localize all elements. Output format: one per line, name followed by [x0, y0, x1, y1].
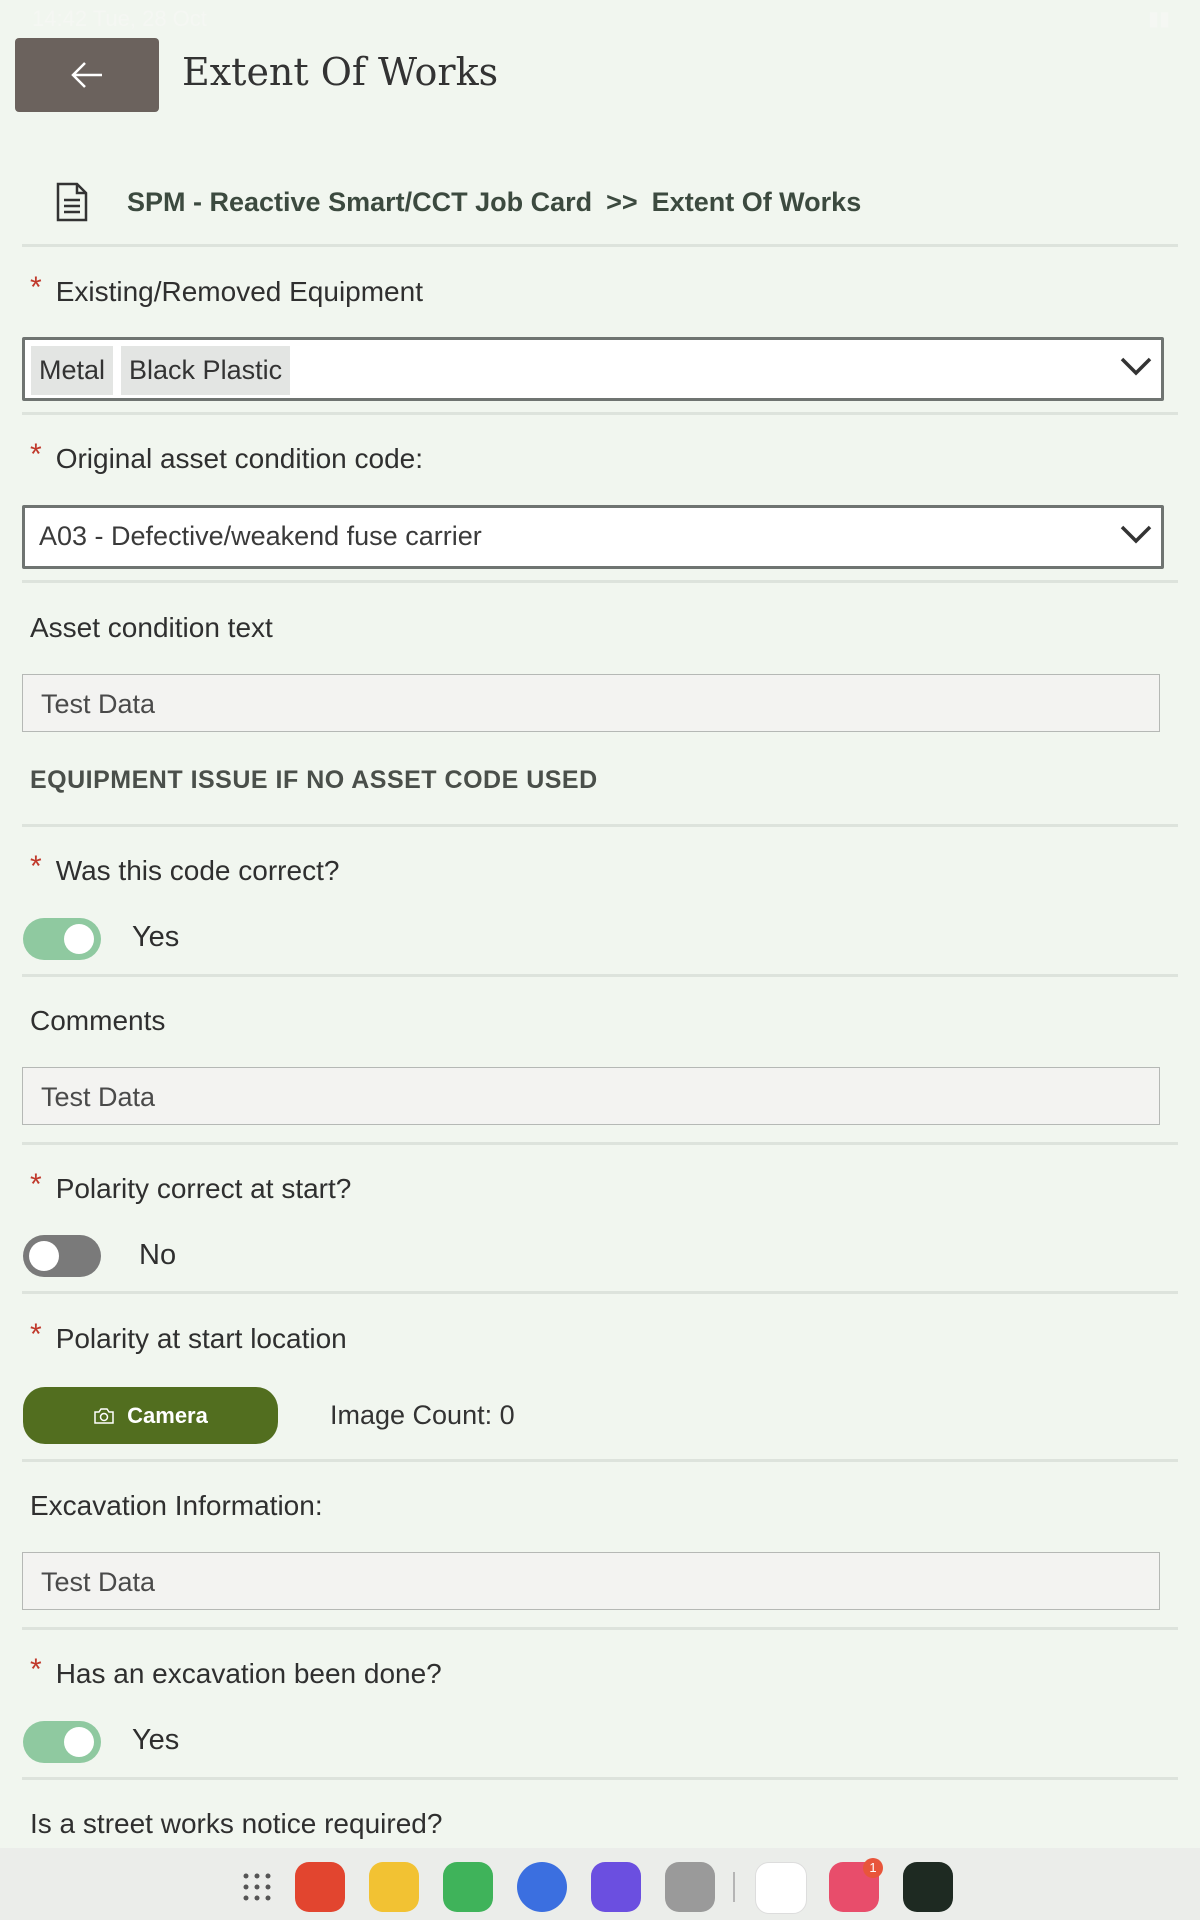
document-icon [56, 182, 88, 222]
phone-icon[interactable] [443, 1862, 493, 1912]
divider [22, 974, 1178, 977]
asset-condition-text-value: Test Data [41, 689, 156, 719]
divider [22, 1459, 1178, 1462]
status-bar: 14:42 Tue, 28 Oct ▮▮ [0, 0, 1200, 36]
divider [22, 1627, 1178, 1630]
code-correct-toggle[interactable] [23, 918, 101, 960]
divider [22, 824, 1178, 827]
dock-divider [733, 1872, 735, 1902]
comments-field[interactable]: Test Data [22, 1067, 1160, 1125]
code-correct-value: Yes [132, 921, 180, 953]
equipment-chip[interactable]: Metal [31, 346, 114, 395]
required-marker: * [30, 1653, 42, 1686]
toggle-knob [29, 1241, 59, 1271]
chevron-down-icon[interactable] [1119, 522, 1153, 546]
breadcrumb: SPM - Reactive Smart/CCT Job Card >> Ext… [55, 180, 861, 224]
asset-condition-text-field[interactable]: Test Data [22, 674, 1160, 732]
folder-icon[interactable] [369, 1862, 419, 1912]
required-marker: * [30, 850, 42, 883]
camera-app-icon[interactable] [665, 1862, 715, 1912]
taskbar: 1 [0, 1848, 1200, 1920]
divider [22, 1291, 1178, 1294]
polarity-start-value: No [139, 1239, 177, 1271]
image-count: Image Count: 0 [330, 1400, 515, 1430]
breadcrumb-parent[interactable]: SPM - Reactive Smart/CCT Job Card [127, 187, 592, 218]
app-bar: Extent Of Works [0, 38, 1200, 114]
existing-equipment-select[interactable]: Metal Black Plastic [22, 337, 1164, 401]
back-button[interactable] [15, 38, 159, 112]
phone-link-icon[interactable] [903, 1862, 953, 1912]
required-marker: * [30, 1318, 42, 1351]
toggle-knob [64, 924, 94, 954]
original-condition-value: A03 - Defective/weakend fuse carrier [39, 521, 482, 551]
toggle-knob [64, 1727, 94, 1757]
comments-value: Test Data [41, 1082, 156, 1112]
required-marker: * [30, 1168, 42, 1201]
polarity-start-toggle[interactable] [23, 1235, 101, 1277]
divider [22, 580, 1178, 583]
breadcrumb-current: Extent Of Works [651, 186, 862, 217]
divider [22, 1777, 1178, 1780]
browser-icon[interactable] [591, 1862, 641, 1912]
notes-app-icon[interactable] [295, 1862, 345, 1912]
camera-icon [94, 1407, 114, 1424]
comments-label: Comments [30, 1005, 166, 1036]
code-correct-label: * Was this code correct? [30, 850, 340, 886]
excavation-done-value: Yes [132, 1724, 180, 1756]
original-condition-select[interactable]: A03 - Defective/weakend fuse carrier [22, 505, 1164, 569]
google-icon[interactable] [755, 1862, 807, 1914]
equipment-issue-header: EQUIPMENT ISSUE IF NO ASSET CODE USED [30, 766, 598, 794]
polarity-location-label: * Polarity at start location [30, 1318, 347, 1354]
street-works-label: Is a street works notice required? [30, 1808, 443, 1839]
divider [22, 1142, 1178, 1145]
original-condition-label: * Original asset condition code: [30, 438, 424, 474]
asset-condition-text-label: Asset condition text [30, 612, 273, 643]
messages-icon[interactable] [517, 1862, 567, 1912]
equipment-chip[interactable]: Black Plastic [121, 346, 291, 395]
camera-button-label: Camera [127, 1402, 208, 1428]
excavation-done-label: * Has an excavation been done? [30, 1653, 442, 1689]
status-icons: ▮▮ [1147, 8, 1170, 30]
polarity-start-label: * Polarity correct at start? [30, 1168, 352, 1204]
required-marker: * [30, 271, 42, 304]
existing-equipment-label: * Existing/Removed Equipment [30, 271, 423, 307]
page-title: Extent Of Works [182, 50, 499, 94]
app-drawer-icon[interactable] [240, 1870, 274, 1904]
status-time: 14:42 Tue, 28 Oct [32, 6, 207, 31]
excavation-info-label: Excavation Information: [30, 1490, 323, 1521]
arrow-left-icon [71, 62, 102, 88]
camera-button[interactable]: Camera [23, 1387, 278, 1444]
excavation-info-field[interactable]: Test Data [22, 1552, 1160, 1610]
notification-badge: 1 [863, 1858, 883, 1878]
required-marker: * [30, 438, 42, 471]
excavation-info-value: Test Data [41, 1567, 156, 1597]
divider [22, 244, 1178, 247]
excavation-done-toggle[interactable] [23, 1721, 101, 1763]
divider [22, 412, 1178, 415]
breadcrumb-separator: >> [606, 186, 638, 217]
chevron-down-icon[interactable] [1119, 354, 1153, 378]
